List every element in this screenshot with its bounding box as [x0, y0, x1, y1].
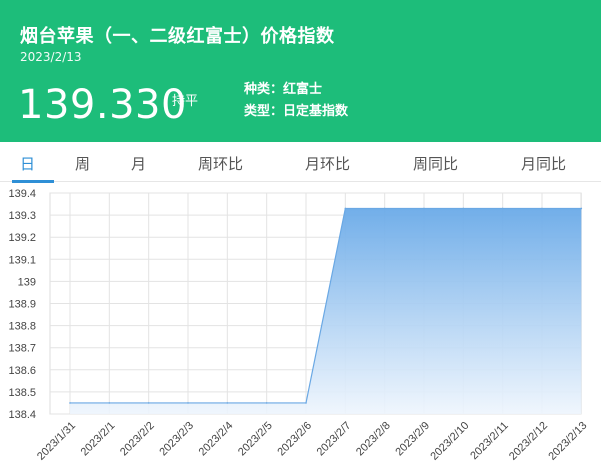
chart-svg: 138.4 138.5 138.6 138.7 138.8 138.9 139 139.1 13… — [8, 188, 589, 463]
data-point — [69, 402, 71, 404]
tab-week-on-week[interactable]: 周环比 — [198, 153, 243, 174]
x-tick-label: 2023/2/1 — [79, 420, 118, 459]
y-tick-label: 138.5 — [8, 387, 36, 399]
x-tick-label: 2023/1/31 — [35, 420, 78, 463]
y-tick-label: 138.4 — [8, 409, 36, 421]
x-tick-label: 2023/2/8 — [354, 420, 393, 459]
data-point — [344, 207, 347, 210]
y-tick-label: 138.7 — [8, 343, 36, 355]
tab-month-on-month[interactable]: 月环比 — [305, 153, 350, 174]
category-label: 种类：红富士 — [244, 82, 323, 97]
x-tick-label: 2023/2/5 — [236, 420, 275, 459]
x-tick-label: 2023/2/10 — [428, 420, 471, 463]
tab-day[interactable]: 日 — [20, 153, 35, 174]
y-tick-label: 139.3 — [8, 210, 36, 222]
data-point — [265, 402, 268, 404]
data-point — [108, 402, 111, 404]
data-point — [187, 402, 189, 404]
tab-week[interactable]: 周 — [75, 153, 90, 174]
x-tick-label: 2023/2/6 — [275, 420, 314, 459]
data-point — [305, 402, 307, 404]
x-tick-label: 2023/2/9 — [393, 420, 432, 459]
tab-month[interactable]: 月 — [131, 153, 146, 174]
y-tick-label: 139.2 — [8, 232, 36, 244]
data-point — [383, 207, 386, 210]
data-point — [501, 207, 504, 210]
y-tick-label: 138.9 — [8, 299, 36, 311]
y-tick-label: 139 — [18, 276, 36, 288]
page-title: 烟台苹果（一、二级红富士）价格指数 — [20, 26, 335, 47]
index-type-label: 类型：日定基指数 — [244, 104, 349, 119]
x-tick-label: 2023/2/11 — [468, 420, 511, 463]
x-tick-label: 2023/2/4 — [197, 420, 236, 459]
y-tick-label: 138.8 — [8, 321, 36, 333]
index-meta: 种类：红富士 类型：日定基指数 — [244, 79, 348, 123]
tab-month-year-on-year[interactable]: 月同比 — [521, 153, 566, 174]
period-tabs: 日 周 月 周环比 月环比 周同比 月同比 — [0, 142, 601, 183]
data-point — [580, 207, 583, 210]
data-point — [226, 402, 229, 404]
data-point — [541, 207, 543, 210]
price-index-chart: 138.4 138.5 138.6 138.7 138.8 138.9 139 139.1 13… — [0, 182, 601, 469]
data-point — [147, 402, 150, 404]
y-tick-label: 139.1 — [8, 254, 36, 266]
index-value: 139.330 — [18, 82, 187, 128]
data-point — [462, 207, 465, 210]
index-date: 2023/2/13 — [20, 50, 82, 64]
data-point — [423, 207, 425, 210]
tab-week-year-on-year[interactable]: 周同比 — [413, 153, 458, 174]
x-tick-label: 2023/2/7 — [315, 420, 354, 459]
x-tick-label: 2023/2/13 — [546, 420, 589, 463]
series-area — [70, 208, 582, 414]
index-header: 烟台苹果（一、二级红富士）价格指数 2023/2/13 139.330 持平 种… — [0, 0, 601, 142]
y-tick-label: 139.4 — [8, 188, 36, 200]
y-tick-label: 138.6 — [8, 365, 36, 377]
trend-label: 持平 — [172, 94, 199, 109]
x-tick-label: 2023/2/3 — [157, 420, 196, 459]
x-tick-label: 2023/2/2 — [118, 420, 157, 459]
x-tick-label: 2023/2/12 — [507, 420, 550, 463]
